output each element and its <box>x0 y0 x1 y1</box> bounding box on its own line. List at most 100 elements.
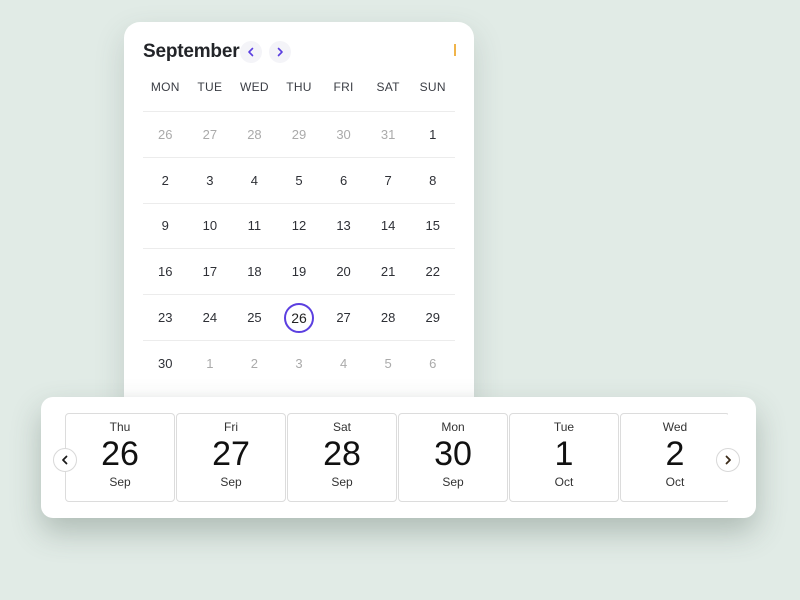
day-number: 1 <box>554 435 574 473</box>
weekday-label: FRI <box>333 80 354 94</box>
weekday-label: WED <box>239 80 269 94</box>
calendar-day[interactable]: 27 <box>321 303 366 333</box>
date-strip: Thu 26 Sep Fri 27 Sep Sat 28 Sep Mon 30 Sep Tue 1 Oct W… <box>41 397 756 518</box>
calendar-day-outside-month[interactable]: 5 <box>366 348 411 378</box>
day-number: 2 <box>665 435 685 473</box>
day-number: 26 <box>283 302 314 333</box>
calendar-day[interactable]: 18 <box>232 257 277 287</box>
calendar-day[interactable]: 5 <box>277 165 322 195</box>
day-number: 12 <box>291 218 307 234</box>
month-title: September <box>143 41 240 62</box>
calendar-day[interactable]: 17 <box>188 257 233 287</box>
day-number: 13 <box>336 218 351 234</box>
day-number: 26 <box>101 435 139 473</box>
calendar-day[interactable]: 2 <box>143 165 188 195</box>
day-number: 16 <box>158 264 173 280</box>
calendar-day-outside-month[interactable]: 1 <box>188 348 233 378</box>
day-number: 2 <box>161 172 169 188</box>
weekday-header-row: MON TUE WED THU FRI SAT SUN <box>143 80 455 94</box>
calendar-day[interactable]: 10 <box>188 211 233 241</box>
weekday-label: SUN <box>419 80 446 94</box>
calendar-day[interactable]: 8 <box>410 165 455 195</box>
chevron-left-icon <box>62 455 68 465</box>
date-tile[interactable]: Mon 30 Sep <box>398 413 508 502</box>
calendar-day[interactable]: 6 <box>321 165 366 195</box>
day-number: 15 <box>425 218 440 234</box>
day-number: 14 <box>380 218 396 234</box>
day-number: 11 <box>247 218 262 234</box>
calendar-day[interactable]: 13 <box>321 211 366 241</box>
date-tile[interactable]: Wed 2 Oct <box>620 413 728 502</box>
day-number: 7 <box>384 172 392 188</box>
calendar-day[interactable]: 1 <box>410 119 455 149</box>
month-calendar: September MON TUE WED THU FRI SAT SUN 26… <box>124 22 474 422</box>
calendar-day[interactable]: 9 <box>143 211 188 241</box>
calendar-day[interactable]: 12 <box>277 211 322 241</box>
date-tile[interactable]: Thu 26 Sep <box>65 413 175 502</box>
calendar-day-selected[interactable]: 26 <box>277 302 322 333</box>
day-number: 23 <box>158 310 173 326</box>
calendar-day[interactable]: 24 <box>188 303 233 333</box>
day-of-week-label: Fri <box>224 420 238 434</box>
calendar-day[interactable]: 21 <box>366 257 411 287</box>
day-of-week-label: Thu <box>109 420 131 434</box>
day-number: 3 <box>295 355 303 371</box>
day-number: 28 <box>247 126 262 142</box>
month-label: Sep <box>109 475 131 489</box>
calendar-day-outside-month[interactable]: 3 <box>277 348 322 378</box>
calendar-day-outside-month[interactable]: 31 <box>366 119 411 149</box>
day-number: 6 <box>429 355 437 371</box>
month-label: Sep <box>442 475 464 489</box>
calendar-day[interactable]: 29 <box>410 303 455 333</box>
calendar-day[interactable]: 19 <box>277 257 322 287</box>
calendar-day[interactable]: 20 <box>321 257 366 287</box>
accent-marker <box>454 44 456 56</box>
calendar-grid: 26 27 28 29 30 31 1 2 3 4 5 6 7 8 9 10 11 12 13 14 15 16 17 18 1… <box>143 111 455 386</box>
calendar-day[interactable]: 4 <box>232 165 277 195</box>
strip-prev-button[interactable] <box>53 448 77 472</box>
date-tile[interactable]: Fri 27 Sep <box>176 413 286 502</box>
strip-next-button[interactable] <box>716 448 740 472</box>
day-number: 22 <box>425 264 440 280</box>
calendar-day[interactable]: 11 <box>232 211 277 241</box>
calendar-day[interactable]: 22 <box>410 257 455 287</box>
calendar-day-outside-month[interactable]: 29 <box>277 119 322 149</box>
calendar-day-outside-month[interactable]: 30 <box>321 119 366 149</box>
calendar-day[interactable]: 16 <box>143 257 188 287</box>
calendar-day[interactable]: 30 <box>143 348 188 378</box>
day-number: 20 <box>336 264 351 280</box>
calendar-day[interactable]: 23 <box>143 303 188 333</box>
day-number: 30 <box>434 435 472 473</box>
calendar-day[interactable]: 3 <box>188 165 233 195</box>
calendar-day[interactable]: 25 <box>232 303 277 333</box>
next-month-button[interactable] <box>269 41 292 63</box>
weekday-label: MON <box>150 80 180 94</box>
date-strip-scroller[interactable]: Thu 26 Sep Fri 27 Sep Sat 28 Sep Mon 30 Sep Tue 1 Oct W… <box>65 413 728 503</box>
calendar-week-row: 30 1 2 3 4 5 6 <box>143 339 455 386</box>
calendar-day-outside-month[interactable]: 27 <box>188 119 233 149</box>
calendar-week-row: 26 27 28 29 30 31 1 <box>143 111 455 157</box>
day-number: 6 <box>339 172 348 188</box>
calendar-day-outside-month[interactable]: 6 <box>410 348 455 378</box>
day-number: 17 <box>202 264 218 280</box>
day-number: 25 <box>247 310 262 326</box>
calendar-day-outside-month[interactable]: 26 <box>143 119 188 149</box>
day-number: 27 <box>212 435 250 473</box>
calendar-day-outside-month[interactable]: 28 <box>232 119 277 149</box>
calendar-day-outside-month[interactable]: 4 <box>321 348 366 378</box>
calendar-day-outside-month[interactable]: 2 <box>232 348 277 378</box>
calendar-day[interactable]: 7 <box>366 165 411 195</box>
prev-month-button[interactable] <box>240 41 263 63</box>
day-number: 24 <box>202 310 218 326</box>
day-number: 29 <box>291 126 307 142</box>
month-label: Oct <box>554 475 574 489</box>
calendar-day[interactable]: 14 <box>366 211 411 241</box>
calendar-day[interactable]: 15 <box>410 211 455 241</box>
calendar-day[interactable]: 28 <box>366 303 411 333</box>
day-of-week-label: Mon <box>441 420 465 434</box>
date-tile[interactable]: Tue 1 Oct <box>509 413 619 502</box>
day-number: 9 <box>161 218 169 234</box>
month-label: Sep <box>331 475 353 489</box>
day-number: 4 <box>339 355 348 371</box>
date-tile[interactable]: Sat 28 Sep <box>287 413 397 502</box>
